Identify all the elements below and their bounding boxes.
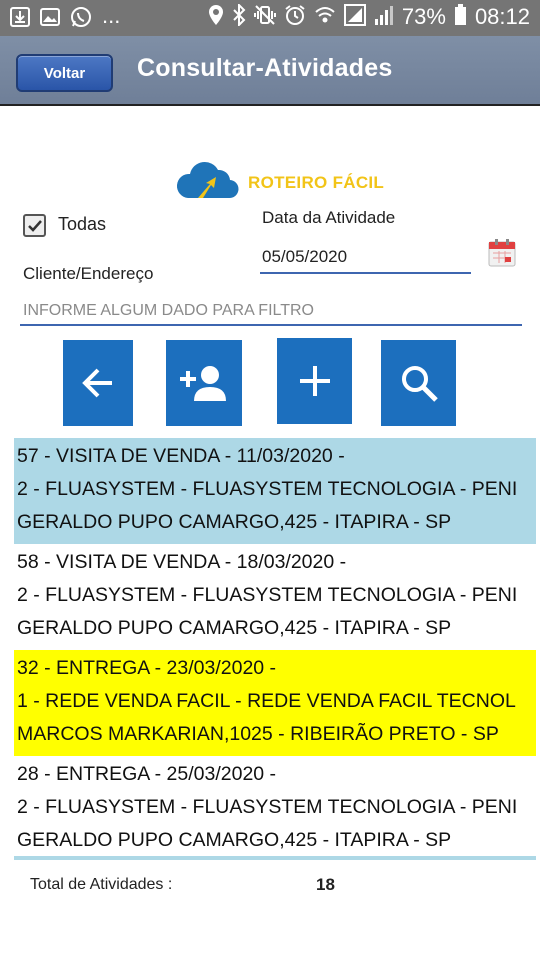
location-icon [208,4,224,30]
image-icon [40,7,60,31]
activity-line-1: 57 - VISITA DE VENDA - 11/03/2020 - [17,445,345,467]
activity-line-2: 2 - FLUASYSTEM - FLUASYSTEM TECNOLOGIA -… [17,478,518,500]
activity-line-2: 1 - REDE VENDA FACIL - REDE VENDA FACIL … [17,690,516,712]
cell-signal-icon [374,4,394,30]
activity-line-3: GERALDO PUPO CAMARGO,425 - ITAPIRA - SP [17,511,452,533]
calendar-icon[interactable] [487,238,517,268]
download-icon [10,7,30,31]
total-label: Total de Atividades : [30,876,173,893]
list-divider [14,856,536,860]
vibrate-icon [253,4,276,30]
alarm-icon [284,4,306,30]
wifi-icon [314,4,336,30]
status-bar: ... 73% 08:12 [0,0,540,36]
arrow-left-icon [82,368,112,398]
activity-item[interactable]: 57 - VISITA DE VENDA - 11/03/2020 - 2 - … [14,438,536,544]
activity-line-1: 32 - ENTREGA - 23/03/2020 - [17,657,277,679]
back-arrow-button[interactable] [63,340,133,426]
activity-list: 57 - VISITA DE VENDA - 11/03/2020 - 2 - … [14,438,536,862]
plus-icon [299,366,330,396]
date-label: Data da Atividade [262,208,396,227]
all-checkbox-label: Todas [58,214,107,234]
total-value: 18 [316,875,335,894]
add-activity-button[interactable] [277,338,352,424]
battery-percent: 73% [401,4,446,29]
whatsapp-icon [70,6,92,32]
search-icon [401,366,438,402]
add-client-button[interactable] [166,340,242,426]
activity-line-3: GERALDO PUPO CAMARGO,425 - ITAPIRA - SP [17,829,452,851]
date-field[interactable] [260,242,471,274]
back-button[interactable]: Voltar [16,54,113,92]
activity-item[interactable]: 58 - VISITA DE VENDA - 18/03/2020 - 2 - … [14,544,536,650]
activity-item[interactable]: 28 - ENTREGA - 25/03/2020 - 2 - FLUASYST… [14,756,536,862]
all-checkbox[interactable] [23,214,46,237]
status-bar-left: ... [10,3,121,32]
activity-line-1: 58 - VISITA DE VENDA - 18/03/2020 - [17,551,347,573]
app-logo: ROTEIRO FÁCIL [174,160,384,206]
filter-input[interactable] [20,298,522,326]
battery-icon [454,4,467,30]
logo-text: ROTEIRO FÁCIL [248,173,385,192]
clock: 08:12 [474,4,530,29]
search-button[interactable] [381,340,456,426]
activity-line-2: 2 - FLUASYSTEM - FLUASYSTEM TECNOLOGIA -… [17,796,518,818]
app-bar: Voltar Consultar-Atividades [0,36,540,106]
status-bar-right: 73% 08:12 [208,2,530,30]
checkmark-icon [27,219,42,232]
bluetooth-icon [232,2,246,30]
activity-line-3: GERALDO PUPO CAMARGO,425 - ITAPIRA - SP [17,617,452,639]
signal-box-icon [343,4,366,30]
activity-line-2: 2 - FLUASYSTEM - FLUASYSTEM TECNOLOGIA -… [17,584,518,606]
client-address-label: Cliente/Endereço [23,264,154,283]
cloud-logo-icon [174,160,240,206]
activity-item[interactable]: 32 - ENTREGA - 23/03/2020 - 1 - REDE VEN… [14,650,536,756]
activity-line-1: 28 - ENTREGA - 25/03/2020 - [17,763,277,785]
page-title: Consultar-Atividades [137,54,393,82]
add-person-icon [180,366,226,401]
more-notifications-text: ... [102,3,121,28]
activity-line-3: MARCOS MARKARIAN,1025 - RIBEIRÃO PRETO -… [17,723,499,745]
